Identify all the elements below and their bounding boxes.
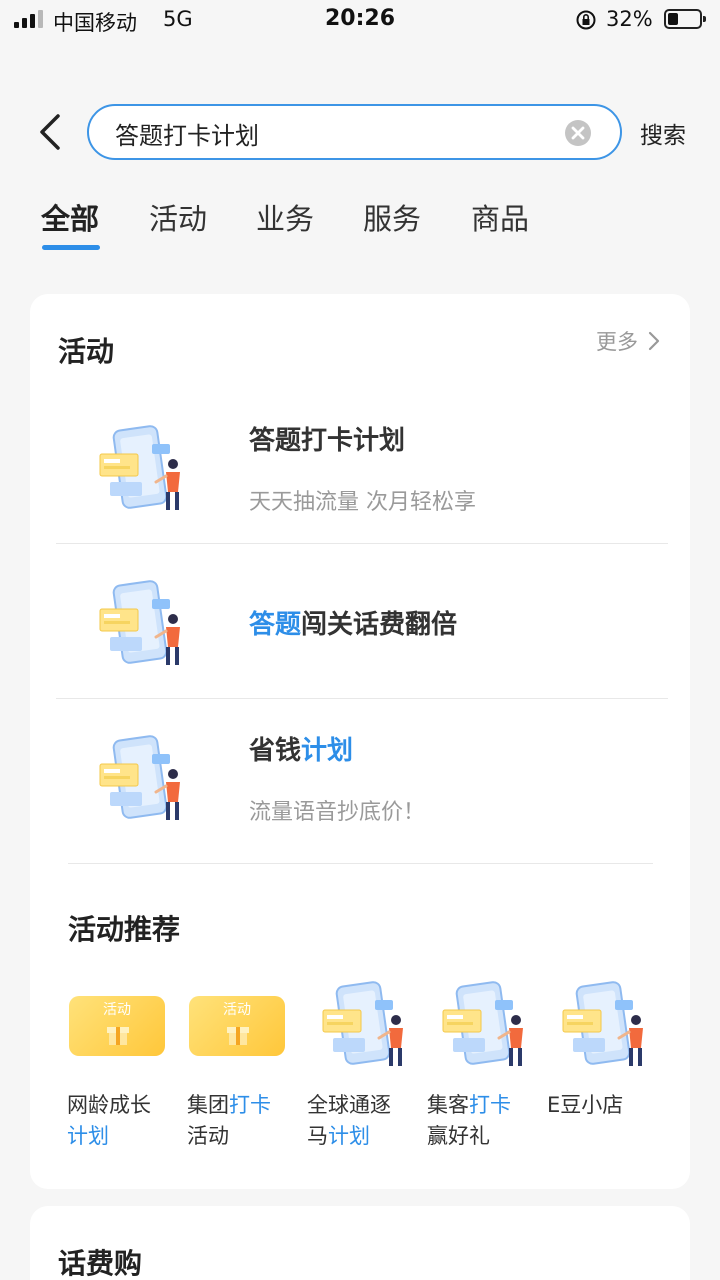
gift-icon bbox=[107, 1027, 129, 1045]
rotation-lock-icon bbox=[576, 10, 596, 30]
phone-illustration-icon bbox=[99, 735, 180, 820]
activity-item-title: 答题闯关话费翻倍 bbox=[249, 610, 458, 640]
gift-icon bbox=[227, 1027, 249, 1045]
activity-item[interactable]: 答题闯关话费翻倍 bbox=[56, 559, 668, 699]
search-header: 搜索 bbox=[0, 100, 720, 164]
tab-business[interactable]: 业务 bbox=[256, 196, 314, 238]
activity-item-subtitle: 流量语音抄底价！ bbox=[249, 800, 426, 825]
recommend-item-label: 集客打卡 赢好礼 bbox=[427, 1093, 511, 1148]
phone-illustration-icon bbox=[99, 425, 180, 510]
activity-section-title: 活动 bbox=[58, 335, 115, 368]
phone-bill-purchase-card: 话费购 bbox=[30, 1206, 690, 1280]
search-input[interactable] bbox=[115, 116, 555, 150]
activity-item-title: 答题打卡计划 bbox=[249, 426, 406, 456]
activity-card: 活动 更多 答题打卡计划 天天抽流量 次月轻松享 答题闯关话费翻倍 省钱计划 流… bbox=[30, 294, 690, 1189]
battery-icon bbox=[664, 9, 706, 29]
network-type: 5G bbox=[163, 7, 193, 31]
search-button[interactable]: 搜索 bbox=[640, 116, 686, 150]
phone-illustration-icon bbox=[322, 981, 403, 1066]
more-label: 更多 bbox=[596, 330, 638, 354]
phone-bill-section-title: 话费购 bbox=[58, 1247, 143, 1280]
divider bbox=[68, 863, 653, 864]
activity-item-subtitle: 天天抽流量 次月轻松享 bbox=[249, 490, 476, 515]
status-bar: 中国移动 5G 20:26 32% bbox=[0, 0, 720, 40]
battery-percentage: 32% bbox=[606, 7, 653, 31]
phone-illustration-icon bbox=[99, 580, 180, 665]
carrier-name: 中国移动 bbox=[53, 11, 137, 35]
signal-icon bbox=[14, 10, 43, 28]
category-tabs: 全部 活动 业务 服务 商品 bbox=[0, 190, 720, 254]
gift-badge-label: 活动 bbox=[223, 1002, 251, 1018]
recommend-item-label: E豆小店 bbox=[547, 1093, 624, 1117]
gift-badge-label: 活动 bbox=[103, 1002, 131, 1018]
divider bbox=[56, 543, 668, 544]
activity-item[interactable]: 答题打卡计划 天天抽流量 次月轻松享 bbox=[56, 404, 668, 544]
gift-banner: 活动 bbox=[187, 994, 287, 1084]
recommend-section-title: 活动推荐 bbox=[68, 913, 181, 946]
back-arrow-icon[interactable] bbox=[30, 108, 70, 156]
tab-service[interactable]: 服务 bbox=[363, 196, 421, 238]
search-box bbox=[87, 104, 622, 160]
phone-illustration-icon bbox=[562, 981, 643, 1066]
more-link[interactable]: 更多 bbox=[596, 326, 660, 356]
recommend-item-label: 集团打卡 活动 bbox=[187, 1093, 271, 1148]
phone-illustration-icon bbox=[442, 981, 523, 1066]
recommend-item-label: 网龄成长 计划 bbox=[67, 1093, 151, 1148]
recommend-item-label: 全球通逐 马计划 bbox=[307, 1093, 391, 1148]
tab-all[interactable]: 全部 bbox=[41, 196, 99, 238]
active-tab-indicator bbox=[42, 245, 100, 250]
tab-activity[interactable]: 活动 bbox=[149, 196, 207, 238]
chevron-right-icon bbox=[648, 331, 660, 351]
activity-item[interactable]: 省钱计划 流量语音抄底价！ bbox=[56, 714, 668, 854]
tab-goods[interactable]: 商品 bbox=[471, 196, 529, 238]
gift-banner: 活动 bbox=[67, 994, 167, 1084]
clear-icon[interactable] bbox=[564, 119, 592, 147]
divider bbox=[56, 698, 668, 699]
activity-item-title: 省钱计划 bbox=[249, 736, 354, 766]
